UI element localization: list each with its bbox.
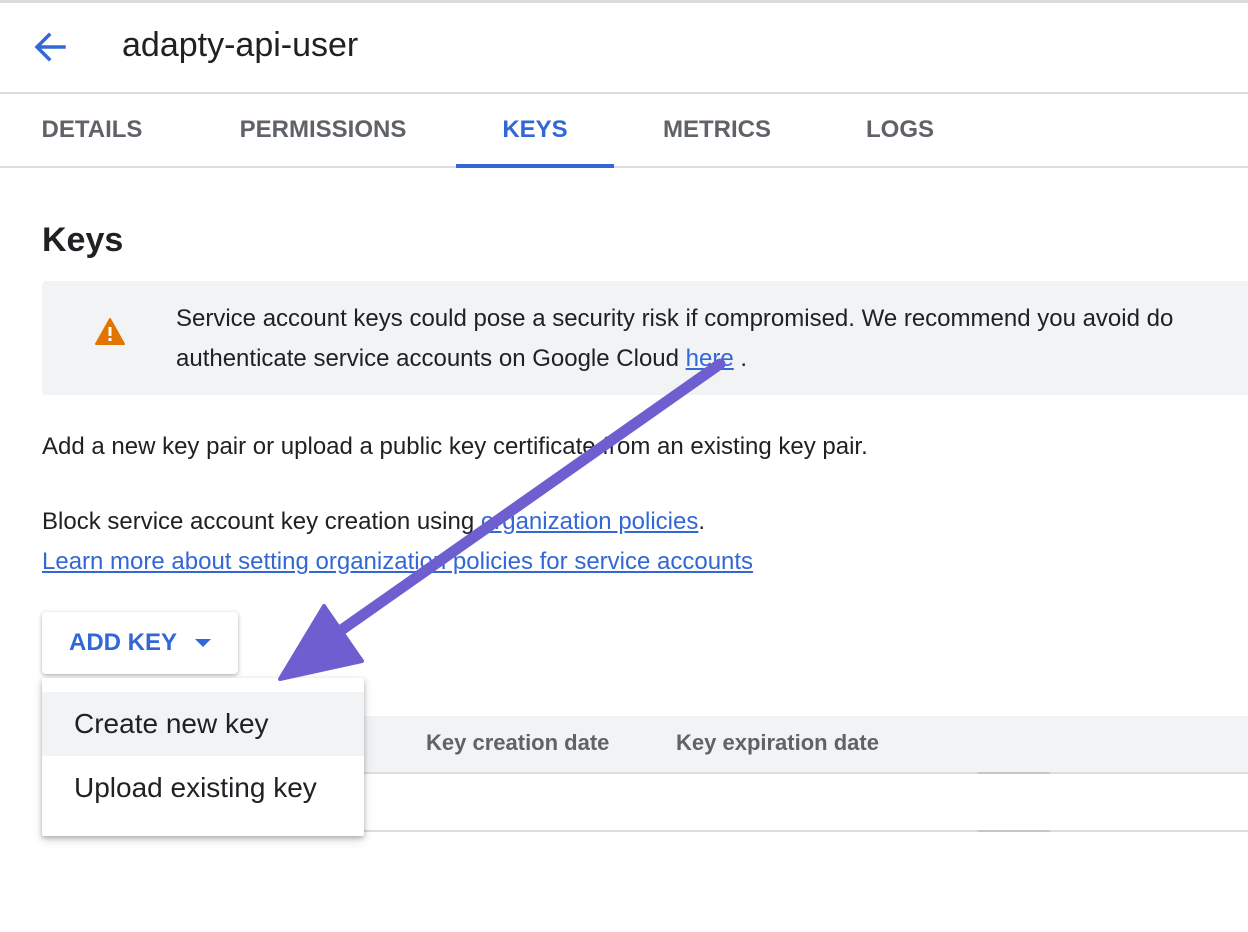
arrow-left-icon (34, 32, 66, 62)
page-title: adapty-api-user (122, 26, 359, 64)
block-policy-prefix: Block service account key creation using (42, 508, 481, 535)
menu-item-upload-existing-key[interactable]: Upload existing key (42, 756, 364, 820)
menu-item-create-new-key[interactable]: Create new key (42, 692, 364, 756)
tab-metrics[interactable]: METRICS (648, 94, 786, 166)
add-key-label: ADD KEY (68, 629, 177, 656)
caret-down-icon (195, 639, 211, 647)
add-key-menu: Create new key Upload existing key (42, 678, 364, 836)
block-policy-suffix: . (698, 508, 706, 535)
security-warning-banner: Service account keys could pose a securi… (42, 281, 1248, 395)
learn-more-link[interactable]: Learn more about setting organization po… (42, 548, 753, 575)
column-key-creation-date: Key creation date (426, 730, 610, 755)
tab-keys[interactable]: KEYS (456, 94, 614, 168)
back-button[interactable] (28, 25, 72, 69)
warning-line-2-prefix: authenticate service accounts on Google … (176, 345, 686, 372)
learn-more-line: Learn more about setting organization po… (42, 542, 753, 582)
organization-policies-link[interactable]: organization policies (481, 508, 698, 535)
warning-line-2-suffix: . (733, 345, 748, 372)
row-divider-mark (978, 772, 1050, 774)
add-key-button[interactable]: ADD KEY (42, 612, 238, 674)
warning-text: Service account keys could pose a securi… (176, 299, 1248, 379)
tab-logs[interactable]: LOGS (852, 94, 948, 166)
column-key-expiration-date: Key expiration date (676, 730, 879, 755)
tab-permissions[interactable]: PERMISSIONS (226, 94, 420, 166)
block-policy-text: Block service account key creation using… (42, 502, 753, 582)
annotation-arrow-shaft (324, 358, 726, 644)
here-link[interactable]: here (686, 345, 734, 372)
intro-text: Add a new key pair or upload a public ke… (42, 433, 868, 460)
page-header: adapty-api-user (0, 3, 1248, 94)
warning-triangle-icon (95, 318, 125, 345)
warning-line-1: Service account keys could pose a securi… (176, 305, 1174, 332)
warning-line-2: authenticate service accounts on Google … (176, 339, 1248, 379)
tab-details[interactable]: DETAILS (28, 94, 156, 166)
annotation-arrow-head (278, 604, 364, 681)
row-divider-mark (978, 830, 1050, 832)
section-title: Keys (42, 221, 124, 259)
tab-bar: DETAILS PERMISSIONS KEYS METRICS LOGS (0, 94, 1248, 168)
block-policy-line: Block service account key creation using… (42, 502, 753, 542)
